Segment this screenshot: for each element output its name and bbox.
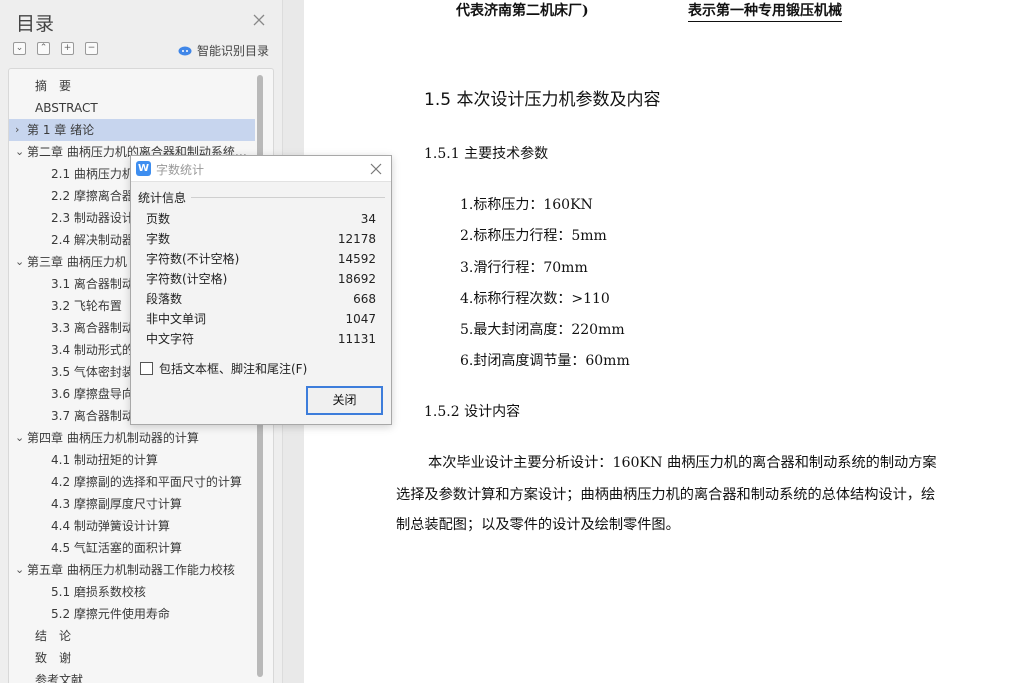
toc-item-label: 5.2 摩擦元件使用寿命	[51, 607, 170, 621]
stat-value: 18692	[337, 272, 376, 286]
smart-toc-button[interactable]: 智能识别目录	[178, 42, 269, 58]
stat-label: 段落数	[146, 292, 183, 306]
stat-row-paragraphs: 段落数 668	[146, 289, 376, 309]
toc-item-label: 4.2 摩擦副的选择和平面尺寸的计算	[51, 475, 242, 489]
word-count-dialog: W 字数统计 统计信息 页数 34 字数 12178 字符数(不计空格) 145…	[130, 155, 392, 425]
close-icon[interactable]	[251, 12, 267, 28]
subsection-heading-params: 1.5.1 主要技术参数	[424, 146, 549, 162]
param-line: 5.最大封闭高度：220mm	[460, 322, 625, 338]
toc-subitem[interactable]: 4.2 摩擦副的选择和平面尺寸的计算	[9, 471, 255, 493]
toc-item[interactable]: 参考文献	[9, 669, 255, 683]
paragraph-line: 选择及参数计算和方案设计；曲柄曲柄压力机的离合器和制动系统的总体结构设计，绘	[396, 487, 936, 503]
toc-item-label: 5.1 磨损系数校核	[51, 585, 146, 599]
toc-item-label: 第四章 曲柄压力机制动器的计算	[27, 431, 199, 445]
stat-row-non-chinese-words: 非中文单词 1047	[146, 309, 376, 329]
toc-item[interactable]: ABSTRACT	[9, 97, 255, 119]
toc-item[interactable]: ⌄ 第四章 曲柄压力机制动器的计算	[9, 427, 255, 449]
param-line: 4.标称行程次数：>110	[460, 291, 610, 307]
toc-subitem[interactable]: 5.1 磨损系数校核	[9, 581, 255, 603]
cloud-icon	[178, 46, 192, 56]
document-page[interactable]: 代表济南第二机床厂) 表示第一种专用锻压机械 1.5 本次设计压力机参数及内容 …	[304, 0, 1029, 683]
toc-item-label: 第 1 章 绪论	[27, 123, 95, 137]
checkbox-label: 包括文本框、脚注和尾注(F)	[159, 361, 308, 376]
subsection-heading-content: 1.5.2 设计内容	[424, 404, 521, 420]
chevron-down-icon[interactable]: ⌄	[15, 427, 25, 449]
toc-subitem[interactable]: 4.1 制动扭矩的计算	[9, 449, 255, 471]
stat-label: 非中文单词	[146, 312, 207, 326]
stat-row-chars-no-spaces: 字符数(不计空格) 14592	[146, 249, 376, 269]
wps-logo-icon: W	[136, 161, 151, 176]
toc-subitem[interactable]: 5.2 摩擦元件使用寿命	[9, 603, 255, 625]
toc-item-label: 4.3 摩擦副厚度尺寸计算	[51, 497, 182, 511]
chevron-right-icon[interactable]: ›	[15, 119, 25, 141]
stat-value: 1047	[345, 312, 376, 326]
toc-subitem[interactable]: 4.5 气缸活塞的面积计算	[9, 537, 255, 559]
param-line: 6.封闭高度调节量：60mm	[460, 353, 630, 369]
toc-title: 目录	[16, 13, 55, 35]
chevron-down-icon[interactable]: ⌄	[15, 251, 25, 273]
stat-value: 668	[353, 292, 376, 306]
stat-row-chars-with-spaces: 字符数(计空格) 18692	[146, 269, 376, 289]
close-icon[interactable]	[369, 162, 383, 176]
toc-item[interactable]: 摘 要	[9, 75, 255, 97]
section-divider	[191, 197, 385, 198]
include-textbox-footnote-option[interactable]: 包括文本框、脚注和尾注(F)	[140, 360, 307, 376]
stat-row-words: 字数 12178	[146, 229, 376, 249]
stat-value: 14592	[337, 252, 376, 266]
toc-item-label: 第五章 曲柄压力机制动器工作能力校核	[27, 563, 235, 577]
close-button[interactable]: 关闭	[306, 386, 383, 415]
stat-label: 字符数(计空格)	[146, 272, 228, 286]
stat-label: 页数	[146, 212, 171, 226]
dialog-title-bar[interactable]: W 字数统计	[131, 156, 391, 182]
toc-item-label: 4.4 制动弹簧设计计算	[51, 519, 170, 533]
param-line: 2.标称压力行程：5mm	[460, 228, 607, 244]
smart-toc-label: 智能识别目录	[197, 43, 270, 58]
continued-text-right: 表示第一种专用锻压机械	[688, 0, 842, 22]
chevron-down-icon[interactable]: ⌄	[15, 559, 25, 581]
toc-subitem[interactable]: 4.4 制动弹簧设计计算	[9, 515, 255, 537]
toc-item-label: 摘 要	[35, 79, 72, 93]
toc-item[interactable]: ⌄ 第五章 曲柄压力机制动器工作能力校核	[9, 559, 255, 581]
param-line: 1.标称压力：160KN	[460, 197, 593, 213]
toc-item-label: 结 论	[35, 629, 72, 643]
stat-value: 11131	[337, 332, 376, 346]
expand-up-icon[interactable]: ⌃	[37, 42, 50, 55]
include-textbox-checkbox[interactable]	[140, 361, 153, 375]
toc-item[interactable]: › 第 1 章 绪论	[9, 119, 255, 141]
add-heading-icon[interactable]: +	[61, 42, 74, 55]
section-heading: 1.5 本次设计压力机参数及内容	[424, 90, 661, 110]
stat-value: 34	[360, 212, 376, 226]
stat-row-pages: 页数 34	[146, 209, 376, 229]
toc-item-label: ABSTRACT	[35, 101, 98, 115]
paragraph-line: 制总装配图；以及零件的设计及绘制零件图。	[396, 517, 680, 533]
toc-item-label: 4.5 气缸活塞的面积计算	[51, 541, 182, 555]
toc-item-label: 参考文献	[35, 673, 84, 683]
continued-text-left: 代表济南第二机床厂)	[456, 3, 589, 19]
chevron-down-icon[interactable]: ⌄	[15, 141, 25, 163]
param-line: 3.滑行行程：70mm	[460, 260, 588, 276]
remove-heading-icon[interactable]: −	[85, 42, 98, 55]
collapse-all-icon[interactable]: ⌄	[13, 42, 26, 55]
toc-item[interactable]: 结 论	[9, 625, 255, 647]
stat-value: 12178	[337, 232, 376, 246]
stat-label: 字数	[146, 232, 171, 246]
toc-item[interactable]: 致 谢	[9, 647, 255, 669]
stats-section-label: 统计信息	[138, 191, 187, 205]
stat-label: 字符数(不计空格)	[146, 252, 240, 266]
stat-row-chinese-chars: 中文字符 11131	[146, 329, 376, 349]
toc-item-label: 致 谢	[35, 651, 72, 665]
toc-item-label: 4.1 制动扭矩的计算	[51, 453, 158, 467]
toc-subitem[interactable]: 4.3 摩擦副厚度尺寸计算	[9, 493, 255, 515]
paragraph-line: 本次毕业设计主要分析设计：160KN 曲柄压力机的离合器和制动系统的制动方案	[428, 455, 937, 471]
stat-label: 中文字符	[146, 332, 195, 346]
dialog-title: 字数统计	[156, 163, 205, 177]
